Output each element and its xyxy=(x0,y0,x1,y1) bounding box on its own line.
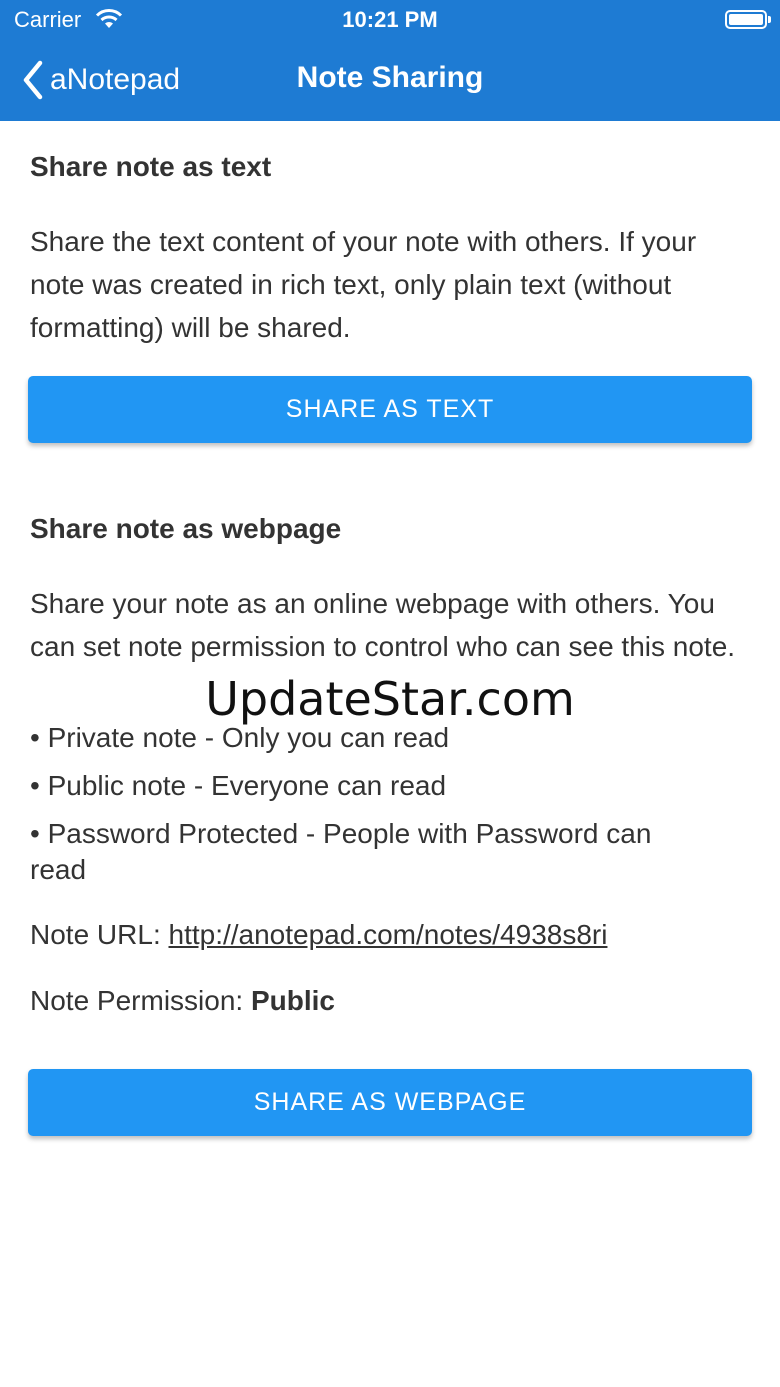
note-url-label: Note URL: xyxy=(30,919,169,950)
bullet-public: • Public note - Everyone can read xyxy=(30,770,447,801)
share-as-webpage-button[interactable]: SHARE AS WEBPAGE xyxy=(28,1069,752,1136)
note-url-link[interactable]: http://anotepad.com/notes/4938s8ri xyxy=(169,919,608,950)
bullet-password: • Password Protected - People with Passw… xyxy=(30,818,652,885)
battery-icon xyxy=(725,10,767,29)
status-time: 10:21 PM xyxy=(342,7,438,32)
note-permission-label: Note Permission: xyxy=(30,985,251,1016)
share-text-description: Share the text content of your note with… xyxy=(30,226,697,343)
note-url-row: Note URL: http://anotepad.com/notes/4938… xyxy=(30,919,607,951)
share-webpage-description: Share your note as an online webpage wit… xyxy=(30,588,736,662)
share-webpage-heading: Share note as webpage xyxy=(30,513,342,544)
share-text-heading: Share note as text xyxy=(30,151,272,182)
status-bar: Carrier 10:21 PM xyxy=(0,0,780,40)
battery-tip xyxy=(768,16,771,23)
share-as-text-button[interactable]: SHARE AS TEXT xyxy=(28,376,752,443)
note-permission-row: Note Permission: Public xyxy=(30,985,335,1017)
watermark: UpdateStar.com xyxy=(205,672,575,726)
note-permission-value[interactable]: Public xyxy=(251,985,335,1016)
page-title: Note Sharing xyxy=(296,61,484,94)
navigation-header: Carrier 10:21 PM aNotepad Note Sharing xyxy=(0,0,780,121)
